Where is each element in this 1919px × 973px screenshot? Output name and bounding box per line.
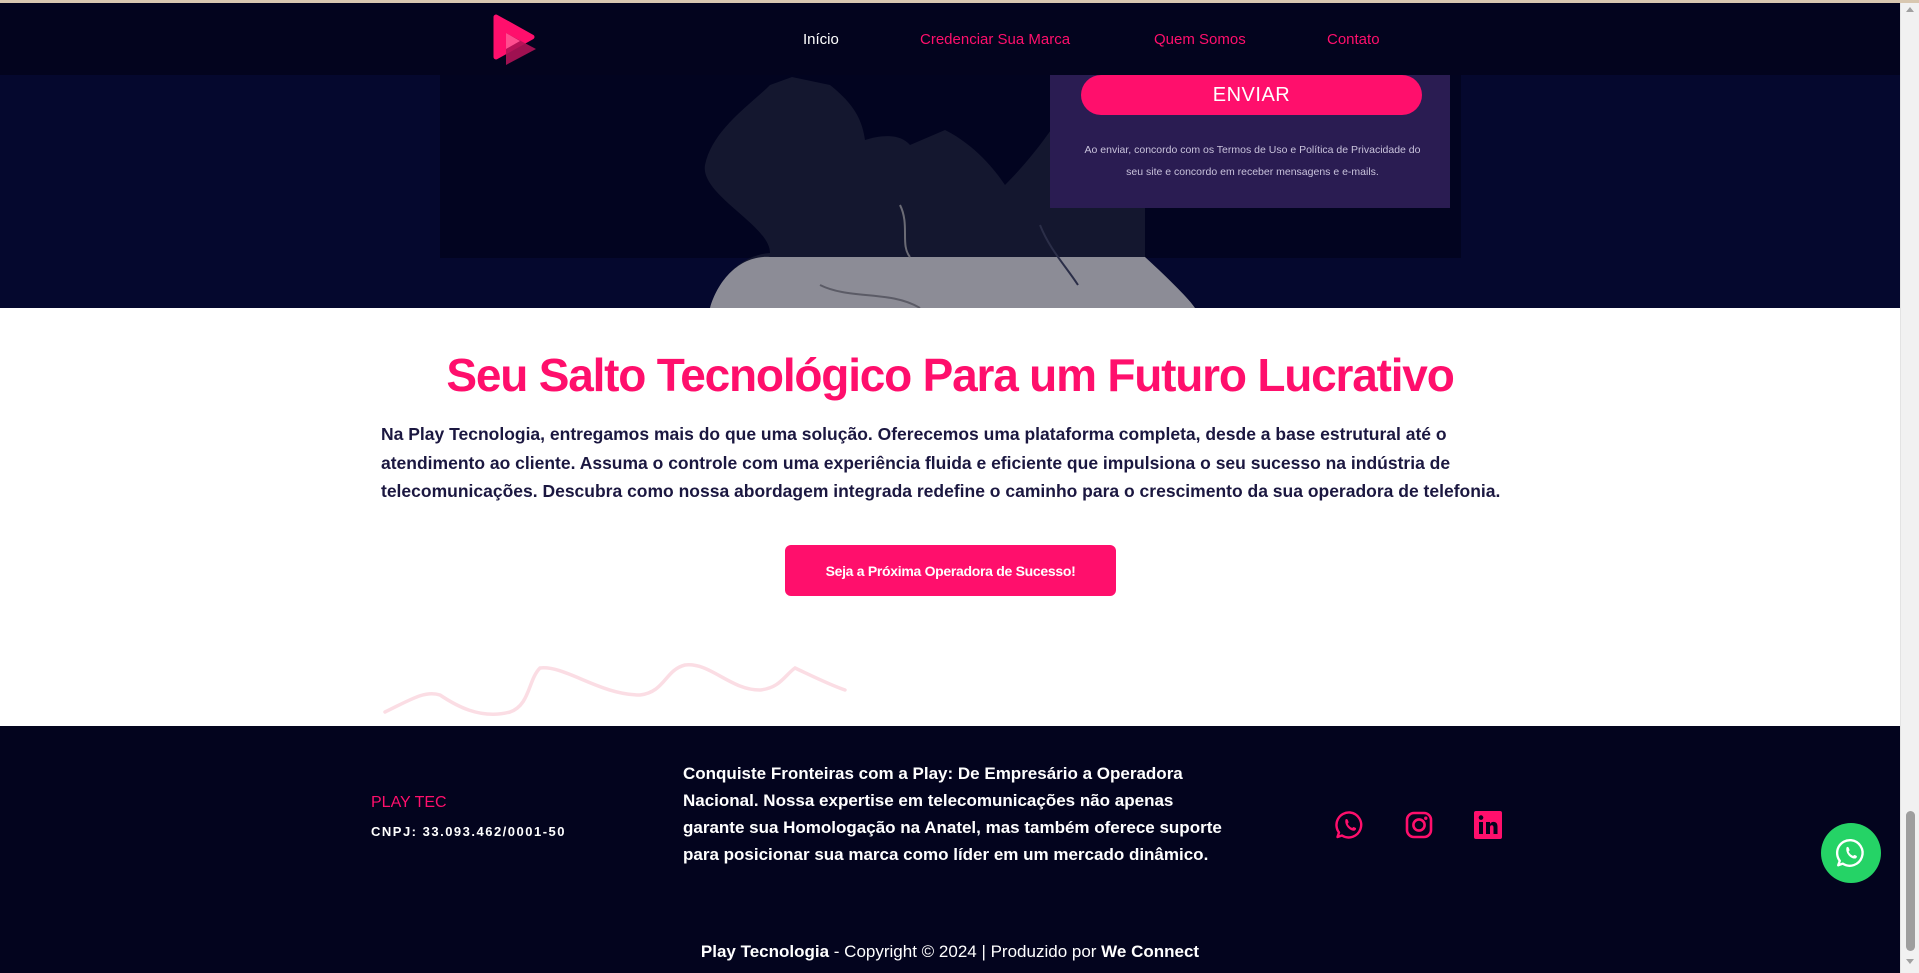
scroll-down-arrow-icon[interactable] (1906, 959, 1914, 964)
hero-section: ENVIAR Ao enviar, concordo com os Termos… (0, 75, 1900, 308)
whatsapp-float-button[interactable] (1821, 823, 1881, 883)
copyright-producer-link[interactable]: We Connect (1101, 942, 1199, 961)
nav-contato[interactable]: Contato (1327, 31, 1380, 48)
footer-copyright: Play Tecnologia - Copyright © 2024 | Pro… (0, 942, 1900, 962)
copyright-company: Play Tecnologia (700, 942, 830, 961)
nav-inicio[interactable]: Início (803, 31, 839, 48)
intro-paragraph: Na Play Tecnologia, entregamos mais do q… (381, 424, 1501, 501)
page-scrollbar[interactable] (1900, 3, 1919, 973)
footer: PLAY TEC CNPJ: 33.093.462/0001-50 Conqui… (0, 726, 1900, 973)
footer-tagline: Conquiste Fronteiras com a Play: De Empr… (683, 764, 1222, 864)
cta-button[interactable]: Seja a Próxima Operadora de Sucesso! (785, 545, 1116, 596)
footer-cnpj: CNPJ: 33.093.462/0001-50 (371, 824, 567, 839)
whatsapp-icon[interactable] (1335, 810, 1365, 840)
instagram-icon[interactable] (1404, 810, 1434, 840)
nav-quem-somos[interactable]: Quem Somos (1154, 31, 1246, 48)
wave-decoration (383, 663, 847, 716)
linkedin-icon[interactable] (1473, 810, 1503, 840)
navbar: Início Credenciar Sua Marca Quem Somos C… (0, 3, 1900, 75)
form-disclaimer: Ao enviar, concordo com os Termos de Uso… (1084, 144, 1421, 178)
whatsapp-float-icon (1835, 839, 1864, 867)
page-title: Seu Salto Tecnológico Para um Futuro Luc… (446, 349, 1454, 401)
nav-credenciar-sua-marca[interactable]: Credenciar Sua Marca (920, 31, 1070, 48)
copyright-middle: - Copyright © 2024 | Produzido por (829, 942, 1102, 961)
footer-brand: PLAY TEC (371, 794, 447, 811)
scrollbar-thumb[interactable] (1906, 811, 1915, 951)
enviar-button[interactable]: ENVIAR (1081, 75, 1422, 115)
play-logo-icon[interactable] (492, 13, 542, 67)
scroll-up-arrow-icon[interactable] (1906, 7, 1914, 12)
